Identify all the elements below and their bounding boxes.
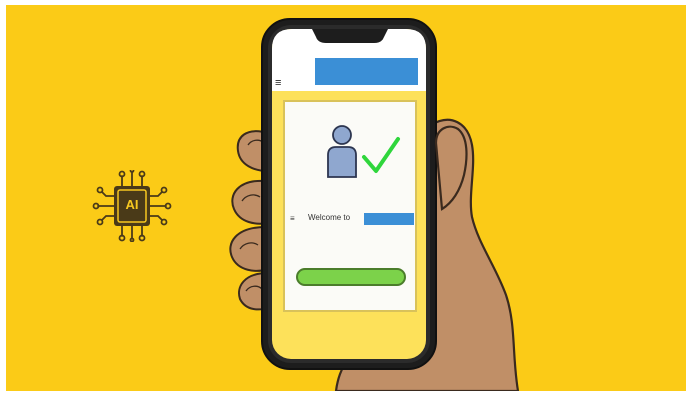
header-title-placeholder [315,58,418,85]
welcome-text: Welcome to [308,213,351,222]
menu-icon-small: ≡ [290,214,295,223]
continue-button[interactable] [296,268,406,286]
name-placeholder [364,213,414,225]
hamburger-icon[interactable]: ≡ [275,77,281,89]
illustration-background: AI ≡ ≡ Welcome to [6,5,686,391]
